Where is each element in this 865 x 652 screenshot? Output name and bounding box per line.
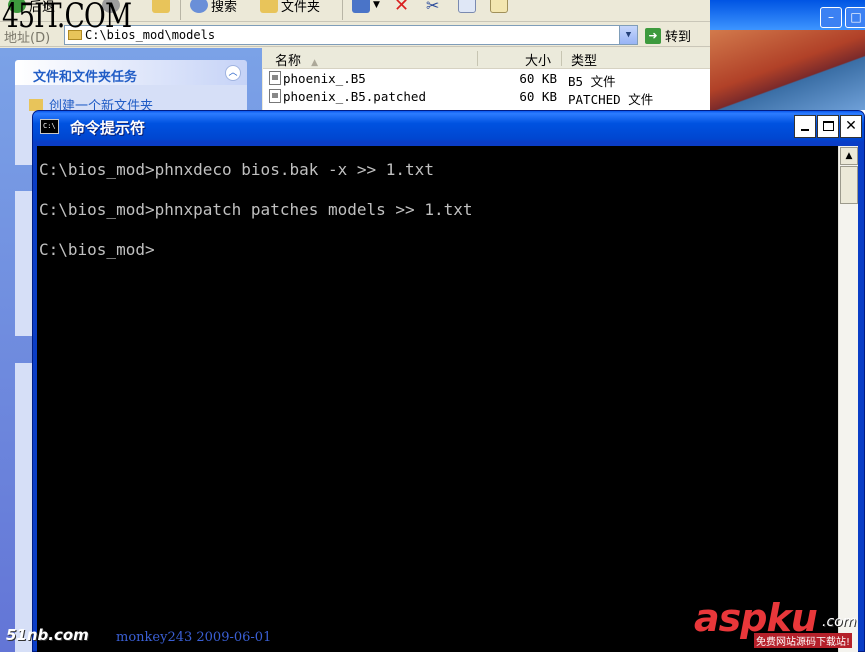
file-size: 60 KB: [519, 71, 557, 86]
file-row[interactable]: phoenix_.B5 60 KB B5 文件: [263, 70, 710, 89]
column-size-header[interactable]: 大小: [525, 50, 551, 69]
views-icon: [352, 0, 370, 13]
console-prompt-line: C:\bios_mod>: [39, 240, 155, 259]
go-button[interactable]: ➜ 转到: [645, 26, 691, 45]
delete-x-icon: ✕: [394, 0, 410, 16]
toolbar-separator: [180, 0, 181, 20]
file-icon: [269, 71, 281, 85]
file-row[interactable]: phoenix_.B5.patched 60 KB PATCHED 文件: [263, 88, 710, 107]
watermark-aspku-subtitle: 免费网站源码下载站!: [754, 633, 853, 648]
file-name: phoenix_.B5.patched: [283, 89, 426, 104]
task-group-title: 文件和文件夹任务: [33, 70, 138, 85]
toolbar-separator: [342, 0, 343, 20]
column-separator[interactable]: [477, 51, 478, 66]
chevron-down-icon: ▼: [373, 0, 380, 10]
up-folder-button[interactable]: [152, 0, 170, 16]
cmd-titlebar[interactable]: C:\ 命令提示符 ✕: [33, 111, 864, 142]
go-arrow-icon: ➜: [645, 27, 661, 44]
folders-button[interactable]: 文件夹: [260, 0, 320, 16]
minimize-button[interactable]: –: [820, 7, 842, 28]
console-output[interactable]: C:\bios_mod>phnxdeco bios.bak -x >> 1.tx…: [37, 146, 838, 652]
file-size: 60 KB: [519, 89, 557, 104]
search-icon: [190, 0, 208, 13]
minimize-icon: [801, 129, 809, 131]
scissors-icon: ✂: [426, 0, 440, 15]
maximize-button[interactable]: □: [845, 7, 865, 28]
delete-button[interactable]: ✕: [394, 0, 409, 16]
window-title: 命令提示符: [70, 119, 146, 137]
watermark-45it: 45IT.COM: [2, 0, 132, 36]
folder-icon: [260, 0, 278, 13]
address-input[interactable]: C:\bios_mod\models ▼: [64, 25, 638, 45]
collapse-chevron-icon[interactable]: ︿: [225, 65, 241, 81]
paste-icon: [490, 0, 508, 13]
cut-button[interactable]: ✂: [426, 0, 439, 16]
copy-button[interactable]: [458, 0, 476, 16]
task-group-header[interactable]: 文件和文件夹任务 ︿: [15, 60, 247, 85]
command-prompt-window: C:\ 命令提示符 ✕ C:\bios_mod>phnxdeco bios.ba…: [32, 110, 865, 652]
column-name-header[interactable]: 名称 ▲: [275, 50, 318, 69]
scroll-up-button[interactable]: ▲: [840, 147, 858, 165]
watermark-51nb: 51nb.com: [6, 626, 89, 644]
copy-icon: [458, 0, 476, 13]
watermark-aspku-suffix: .com: [822, 614, 857, 630]
maximize-icon: [822, 121, 834, 131]
column-separator[interactable]: [561, 51, 562, 66]
file-type: PATCHED 文件: [568, 92, 654, 107]
views-button[interactable]: ▼: [352, 0, 380, 16]
watermark-author-date: monkey243 2009-06-01: [116, 630, 272, 645]
desktop-wallpaper-image: [710, 30, 865, 110]
address-dropdown-button[interactable]: ▼: [619, 26, 637, 44]
console-line: C:\bios_mod>phnxpatch patches models >> …: [39, 200, 473, 219]
close-button[interactable]: ✕: [840, 115, 862, 138]
file-name: phoenix_.B5: [283, 71, 366, 86]
up-folder-icon: [152, 0, 170, 13]
sort-ascending-icon: ▲: [311, 58, 319, 68]
file-icon: [269, 89, 281, 103]
minimize-button[interactable]: [794, 115, 816, 138]
scroll-thumb[interactable]: [840, 166, 858, 204]
vertical-scrollbar[interactable]: ▲: [838, 146, 858, 652]
cmd-app-icon[interactable]: C:\: [40, 119, 59, 134]
new-folder-icon: [29, 98, 43, 111]
maximize-button[interactable]: [817, 115, 839, 138]
search-button[interactable]: 搜索: [190, 0, 237, 16]
paste-button[interactable]: [490, 0, 508, 16]
console-line: C:\bios_mod>phnxdeco bios.bak -x >> 1.tx…: [39, 160, 434, 179]
close-icon: ✕: [845, 118, 857, 134]
column-type-header[interactable]: 类型: [571, 50, 597, 69]
file-list-header: 名称 ▲ 大小 类型: [263, 48, 710, 69]
background-window-titlebar: – □: [710, 0, 865, 110]
